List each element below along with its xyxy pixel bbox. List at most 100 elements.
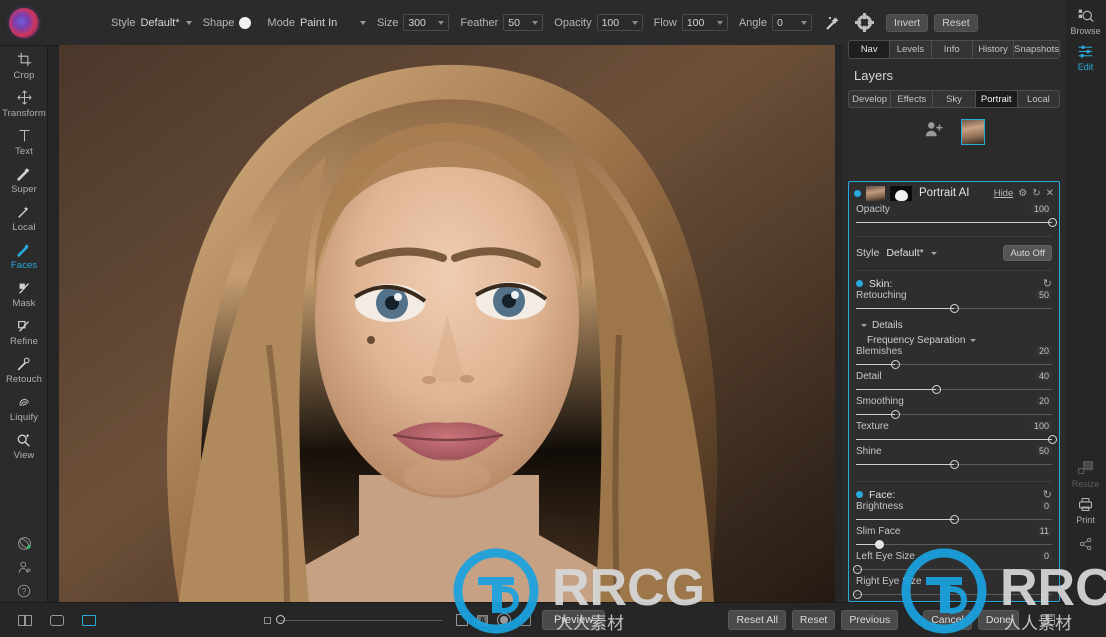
- shape-control[interactable]: Shape: [203, 16, 257, 29]
- revert-icon[interactable]: ↻: [1043, 488, 1052, 501]
- transform-move-icon: [0, 89, 48, 106]
- rail-item-edit[interactable]: Edit: [1065, 36, 1106, 72]
- share-node-icon[interactable]: [0, 531, 48, 555]
- sidebar-item-crop[interactable]: Crop: [0, 46, 48, 84]
- shine-slider[interactable]: [856, 459, 1052, 471]
- flow-input[interactable]: 100: [681, 14, 728, 31]
- smoothing-slider[interactable]: [856, 409, 1052, 421]
- layer-header[interactable]: Portrait AI Hide ⚙ ↻ ✕: [849, 182, 1059, 204]
- sidebar-item-transform[interactable]: Transform: [0, 84, 48, 122]
- layer-style-value[interactable]: Default*: [886, 247, 923, 259]
- split-view-icon[interactable]: [18, 614, 32, 626]
- method-dropdown[interactable]: Frequency Separation: [849, 335, 1059, 346]
- magic-wand-icon[interactable]: [823, 13, 843, 33]
- detail-slider[interactable]: [856, 384, 1052, 396]
- circle-fill-icon[interactable]: [497, 613, 511, 627]
- invert-button[interactable]: Invert: [885, 13, 929, 32]
- sidebar-item-refine[interactable]: Refine: [0, 312, 48, 350]
- auto-toggle-button[interactable]: Auto Off: [1003, 245, 1052, 261]
- brush-shape-circle-icon[interactable]: [239, 16, 252, 29]
- sidebar-item-retouch[interactable]: Retouch: [0, 350, 48, 388]
- size-label: Size: [376, 16, 399, 29]
- sidebar-item-faces[interactable]: Faces: [0, 236, 48, 274]
- rail-item-browse[interactable]: Browse: [1065, 0, 1106, 36]
- opacity-slider[interactable]: [856, 217, 1057, 229]
- retouching-row: Retouching 50: [849, 290, 1059, 301]
- segment-portrait[interactable]: Portrait: [975, 91, 1018, 107]
- segment-sky[interactable]: Sky: [933, 91, 976, 107]
- image-canvas[interactable]: [59, 45, 835, 602]
- face-thumbnail[interactable]: [960, 118, 985, 145]
- previous-button[interactable]: Previous: [841, 609, 899, 630]
- layer-mask-thumbnail[interactable]: [890, 185, 912, 201]
- sidebar-item-local[interactable]: Local: [0, 198, 48, 236]
- angle-value: 0: [776, 16, 783, 29]
- brightness-row: Brightness 0: [849, 501, 1059, 512]
- angle-input[interactable]: 0: [771, 14, 812, 31]
- rail-item-print[interactable]: Print: [1065, 489, 1106, 525]
- opacity-control[interactable]: Opacity 100: [554, 14, 643, 31]
- help-question-icon[interactable]: ?: [0, 579, 48, 603]
- tab-history[interactable]: History: [972, 41, 1015, 58]
- sidebar-item-text[interactable]: Text: [0, 122, 48, 160]
- feather-input[interactable]: 50: [503, 14, 544, 31]
- size-control[interactable]: Size 300: [376, 14, 450, 31]
- reset-button[interactable]: Reset: [791, 609, 836, 630]
- chevron-down-icon[interactable]: [930, 251, 937, 255]
- size-input[interactable]: 300: [403, 14, 450, 31]
- zoom-slider[interactable]: [276, 614, 442, 624]
- rail-item-share[interactable]: [1065, 528, 1106, 554]
- preview-button[interactable]: Preview: [542, 610, 606, 630]
- sidebar-item-mask[interactable]: Mask: [0, 274, 48, 312]
- add-person-icon[interactable]: [924, 120, 944, 143]
- rail-item-resize[interactable]: Resize: [1065, 453, 1106, 489]
- retouching-slider[interactable]: [856, 303, 1052, 315]
- details-expander[interactable]: Details: [849, 320, 1059, 331]
- sidebar-item-super[interactable]: Super: [0, 160, 48, 198]
- gear-icon[interactable]: ⚙: [1018, 188, 1027, 199]
- gear-icon[interactable]: [854, 13, 874, 32]
- mode-control[interactable]: Mode Paint In: [267, 17, 366, 29]
- zoom-out-icon[interactable]: [264, 616, 271, 624]
- slim-face-slider[interactable]: [856, 539, 1052, 551]
- sidebar-item-liquify[interactable]: Liquify: [0, 388, 48, 426]
- fit-view-icon[interactable]: [82, 614, 96, 626]
- reset-button[interactable]: Reset: [934, 13, 978, 32]
- blemishes-slider[interactable]: [856, 359, 1052, 371]
- segment-develop[interactable]: Develop: [849, 91, 892, 107]
- segment-local[interactable]: Local: [1017, 91, 1059, 107]
- flow-control[interactable]: Flow 100: [654, 14, 728, 31]
- checkbox-small-icon[interactable]: ✓: [520, 614, 531, 626]
- tab-info[interactable]: Info: [931, 41, 973, 58]
- left-eye-size-slider[interactable]: [853, 564, 1052, 576]
- topaz-logo-icon[interactable]: [9, 7, 39, 38]
- opacity-input[interactable]: 100: [596, 14, 643, 31]
- close-icon[interactable]: ✕: [1046, 188, 1054, 199]
- section-enabled-dot-icon[interactable]: [856, 491, 863, 498]
- revert-icon[interactable]: ↻: [1032, 188, 1040, 199]
- tab-levels[interactable]: Levels: [890, 41, 932, 58]
- texture-slider[interactable]: [856, 434, 1057, 446]
- brightness-slider[interactable]: [856, 514, 1052, 526]
- tab-nav[interactable]: Nav: [849, 41, 891, 58]
- feather-control[interactable]: Feather 50: [460, 14, 544, 31]
- done-button[interactable]: Done: [977, 609, 1019, 630]
- segment-effects[interactable]: Effects: [891, 91, 934, 107]
- tab-snapshots[interactable]: Snapshots: [1014, 41, 1059, 58]
- hide-layer-button[interactable]: Hide: [994, 188, 1014, 199]
- angle-control[interactable]: Angle 0: [739, 14, 812, 31]
- cancel-button[interactable]: Cancel: [923, 609, 972, 630]
- sidebar-item-view[interactable]: View: [0, 426, 48, 464]
- reset-all-button[interactable]: Reset All: [728, 609, 786, 630]
- account-icon[interactable]: [0, 555, 48, 579]
- letter-a-icon[interactable]: A: [477, 614, 488, 626]
- revert-icon[interactable]: ↻: [1043, 277, 1052, 290]
- style-control[interactable]: Style Default*: [111, 17, 192, 29]
- bounding-box-icon[interactable]: [456, 614, 468, 626]
- single-view-icon[interactable]: [50, 614, 64, 626]
- right-panel-toggle-icon[interactable]: [1041, 614, 1055, 625]
- left-eye-size-label: Left Eye Size: [856, 551, 915, 562]
- right-eye-size-slider[interactable]: [853, 589, 1052, 601]
- visibility-dot-icon[interactable]: [854, 189, 861, 197]
- section-enabled-dot-icon[interactable]: [856, 280, 863, 287]
